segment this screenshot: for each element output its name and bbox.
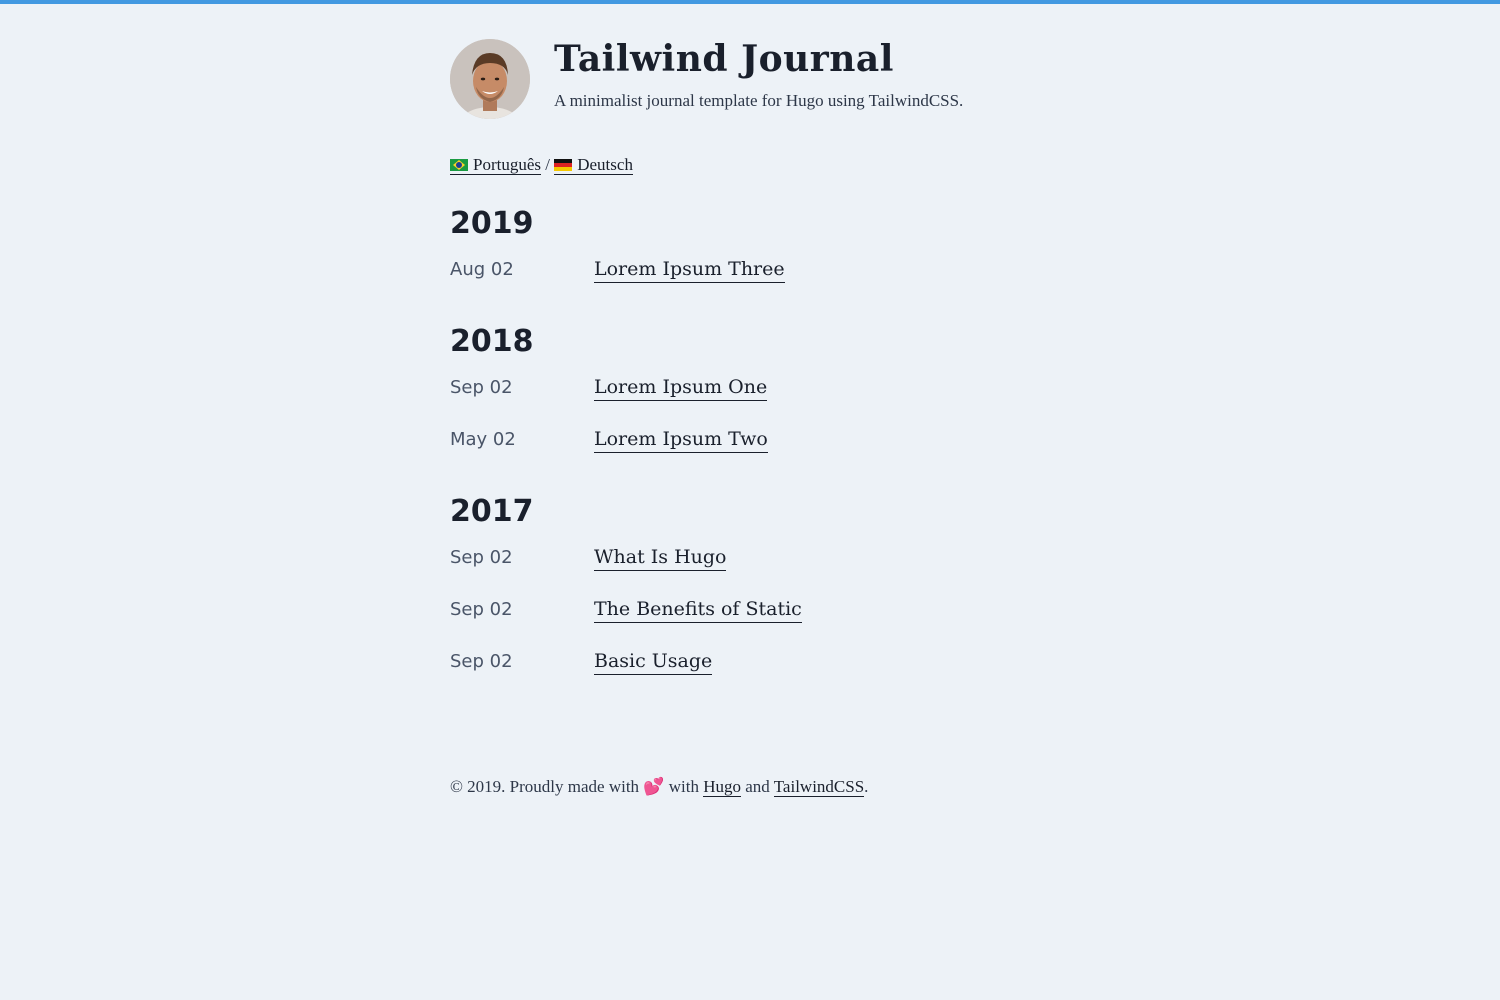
- post-title-link[interactable]: Lorem Ipsum One: [594, 374, 768, 401]
- footer-with: with: [668, 777, 699, 796]
- post-list-item: Aug 02 Lorem Ipsum Three: [450, 256, 1050, 294]
- post-date: Aug 02: [450, 259, 514, 280]
- footer-copyright: © 2019. Proudly made with: [450, 777, 640, 796]
- tailwindcss-link[interactable]: TailwindCSS: [773, 777, 865, 797]
- post-date: Sep 02: [450, 547, 513, 568]
- year-heading: 2017: [450, 494, 534, 529]
- post-title-link[interactable]: Lorem Ipsum Two: [594, 426, 768, 453]
- post-list-item: Sep 02 What Is Hugo: [450, 544, 1050, 582]
- footer-and: and: [745, 777, 770, 796]
- site-header: Tailwind Journal A minimalist journal te…: [450, 4, 1050, 119]
- language-switcher: Português / Deutsch: [450, 154, 1050, 176]
- language-link-portugues[interactable]: Português: [450, 155, 541, 175]
- year-section-2018: 2018 Sep 02 Lorem Ipsum One May 02 Lorem…: [450, 324, 1050, 464]
- hugo-link[interactable]: Hugo: [703, 777, 741, 797]
- language-link-deutsch[interactable]: Deutsch: [554, 155, 633, 175]
- year-heading: 2018: [450, 324, 534, 359]
- language-label-portugues: Português: [473, 155, 541, 174]
- post-list-item: Sep 02 The Benefits of Static: [450, 596, 1050, 634]
- post-list-item: Sep 02 Lorem Ipsum One: [450, 374, 1050, 412]
- post-date: Sep 02: [450, 377, 513, 398]
- site-description: A minimalist journal template for Hugo u…: [554, 91, 964, 110]
- post-date: Sep 02: [450, 599, 513, 620]
- post-title-link[interactable]: The Benefits of Static: [594, 596, 802, 623]
- site-footer: © 2019. Proudly made with 💕 with Hugo an…: [450, 776, 1050, 798]
- germany-flag-icon: [554, 159, 573, 171]
- post-title-link[interactable]: What Is Hugo: [594, 544, 727, 571]
- author-avatar[interactable]: [450, 39, 530, 119]
- year-section-2019: 2019 Aug 02 Lorem Ipsum Three: [450, 206, 1050, 294]
- footer-period: .: [864, 777, 869, 796]
- brazil-flag-icon: [450, 159, 468, 171]
- language-separator: /: [545, 155, 550, 174]
- avatar-portrait-icon: [450, 39, 530, 119]
- post-date: May 02: [450, 429, 516, 450]
- post-list-item: Sep 02 Basic Usage: [450, 648, 1050, 686]
- year-heading: 2019: [450, 206, 534, 241]
- site-title[interactable]: Tailwind Journal: [554, 39, 963, 79]
- language-label-deutsch: Deutsch: [577, 155, 633, 174]
- post-date: Sep 02: [450, 651, 513, 672]
- heart-icon: 💕: [643, 777, 665, 796]
- page-container: Tailwind Journal A minimalist journal te…: [450, 4, 1050, 798]
- post-title-link[interactable]: Basic Usage: [594, 648, 713, 675]
- post-title-link[interactable]: Lorem Ipsum Three: [594, 256, 785, 283]
- year-section-2017: 2017 Sep 02 What Is Hugo Sep 02 The Bene…: [450, 494, 1050, 686]
- post-list-item: May 02 Lorem Ipsum Two: [450, 426, 1050, 464]
- brand: Tailwind Journal A minimalist journal te…: [554, 39, 963, 112]
